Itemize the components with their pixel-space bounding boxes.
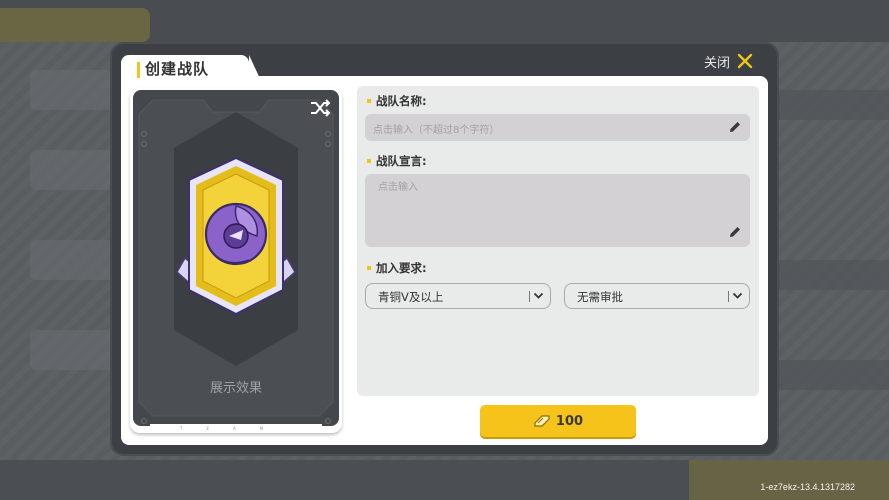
version-label: 1-ez7ekz-13.4.1317282 (760, 482, 855, 492)
approval-value: 无需审批 (577, 290, 623, 304)
select-separator (728, 291, 729, 302)
preview-caption: 展示效果 (209, 381, 262, 396)
team-name-placeholder: 点击输入（不超过8个字符） (373, 125, 500, 136)
chevron-down-icon (533, 292, 544, 299)
label-bullet (367, 99, 371, 103)
coin-icon (534, 415, 550, 427)
create-team-button[interactable]: 100 (480, 405, 636, 437)
badge-preview (138, 99, 334, 424)
rank-requirement-value: 青铜V及以上 (378, 290, 444, 304)
chevron-down-icon (732, 292, 743, 299)
team-declaration-label-text: 战队宣言: (376, 154, 427, 168)
team-name-label-text: 战队名称: (376, 94, 427, 108)
team-name-label: 战队名称: (367, 93, 427, 109)
title-accent-bar (137, 62, 140, 78)
join-requirement-label-text: 加入要求: (376, 261, 427, 275)
card-footer-text: TEAM (180, 426, 288, 431)
team-name-input[interactable]: 点击输入（不超过8个字符） (365, 114, 750, 141)
edit-icon[interactable] (728, 120, 742, 134)
approval-select[interactable]: 无需审批 (564, 283, 750, 309)
rank-requirement-select[interactable]: 青铜V及以上 (365, 283, 551, 309)
edit-icon[interactable] (728, 225, 742, 239)
close-icon (737, 53, 753, 69)
close-label: 关闭 (704, 55, 731, 71)
team-declaration-placeholder: 点击输入 (378, 182, 418, 193)
join-requirement-label: 加入要求: (367, 260, 427, 276)
close-button[interactable]: 关闭 (704, 50, 754, 72)
preview-display (133, 90, 339, 426)
shuffle-icon[interactable] (309, 98, 331, 118)
label-bullet (367, 159, 371, 163)
modal-title: 创建战队 (145, 60, 210, 78)
team-declaration-label: 战队宣言: (367, 153, 427, 169)
label-bullet (367, 266, 371, 270)
select-separator (529, 291, 530, 302)
create-cost: 100 (555, 413, 584, 429)
team-declaration-input[interactable]: 点击输入 (365, 174, 750, 247)
